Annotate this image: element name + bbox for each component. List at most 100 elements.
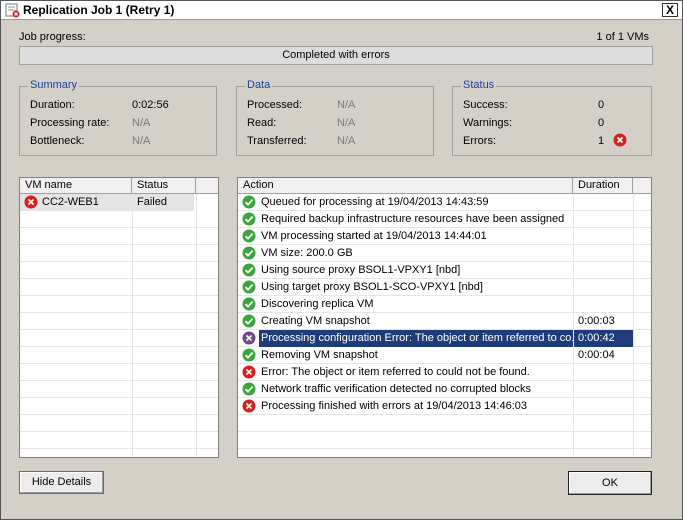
action-row[interactable]: Processing finished with errors at 19/04… — [238, 398, 651, 415]
success-icon — [242, 280, 256, 294]
success-icon — [242, 229, 256, 243]
job-progress-bar: Completed with errors — [19, 46, 653, 65]
success-icon — [242, 382, 256, 396]
bottleneck-label: Bottleneck: — [30, 135, 85, 147]
success-label: Success: — [463, 99, 508, 111]
errors-label: Errors: — [463, 135, 496, 147]
transferred-label: Transferred: — [247, 135, 307, 147]
success-value: 0 — [598, 99, 605, 111]
action-text-cell: Discovering replica VM — [261, 298, 374, 310]
close-icon: X — [665, 3, 674, 17]
vm-name-column-header[interactable]: VM name — [20, 178, 132, 194]
errors-value: 1 — [598, 135, 605, 147]
vm-table-empty-row[interactable] — [20, 228, 218, 245]
action-duration-cell — [574, 245, 633, 262]
vm-table-empty-row[interactable] — [20, 313, 218, 330]
action-row[interactable]: VM processing started at 19/04/2013 14:4… — [238, 228, 651, 245]
vm-table-empty-row[interactable] — [20, 381, 218, 398]
action-log-table[interactable]: Action Duration Queued for processing at… — [237, 177, 652, 458]
action-row[interactable]: Network traffic verification detected no… — [238, 381, 651, 398]
action-text-cell: Error: The object or item referred to co… — [261, 366, 530, 378]
action-row[interactable]: Error: The object or item referred to co… — [238, 364, 651, 381]
vm-table-empty-row[interactable] — [20, 398, 218, 415]
vm-table-empty-row[interactable] — [20, 211, 218, 228]
data-title: Data — [245, 79, 273, 91]
vm-count: 1 of 1 VMs — [596, 31, 649, 43]
success-icon — [242, 212, 256, 226]
action-empty-row[interactable] — [238, 415, 651, 432]
status-group: Status Success: 0 Warnings: 0 Errors: 1 — [452, 79, 652, 156]
action-text-cell: VM size: 200.0 GB — [261, 247, 353, 259]
action-text-cell: Required backup infrastructure resources… — [261, 213, 565, 225]
vm-table-header: VM name Status — [20, 178, 218, 194]
action-row[interactable]: Using source proxy BSOL1-VPXY1 [nbd] — [238, 262, 651, 279]
ok-button[interactable]: OK — [568, 471, 652, 495]
read-label: Read: — [247, 117, 277, 129]
action-duration-cell — [574, 262, 633, 279]
action-duration-cell: 0:00:04 — [578, 349, 615, 361]
action-row-selected[interactable]: Processing configuration Error: The obje… — [238, 330, 651, 347]
error-icon — [613, 133, 627, 147]
success-icon — [242, 246, 256, 260]
status-title: Status — [461, 79, 497, 91]
action-duration-cell — [574, 279, 633, 296]
vm-status-cell: Failed — [137, 196, 167, 208]
vm-table[interactable]: VM name Status CC2-WEB1 Failed — [19, 177, 219, 458]
action-row[interactable]: Queued for processing at 19/04/2013 14:4… — [238, 194, 651, 211]
data-group: Data Processed: N/A Read: N/A Transferre… — [236, 79, 434, 156]
close-button[interactable]: X — [662, 3, 678, 17]
success-icon — [242, 297, 256, 311]
success-icon — [242, 314, 256, 328]
vm-table-empty-row[interactable] — [20, 245, 218, 262]
action-duration-cell — [574, 194, 633, 211]
vm-table-empty-row[interactable] — [20, 279, 218, 296]
processed-label: Processed: — [247, 99, 303, 111]
bottleneck-value: N/A — [132, 135, 151, 147]
processing-rate-value: N/A — [132, 117, 151, 129]
vm-table-empty-row[interactable] — [20, 330, 218, 347]
action-table-header: Action Duration — [238, 178, 651, 194]
action-text-cell: Using source proxy BSOL1-VPXY1 [nbd] — [261, 264, 461, 276]
processed-value: N/A — [337, 99, 356, 111]
title-bar: Replication Job 1 (Retry 1) X — [1, 1, 682, 20]
duration-label: Duration: — [30, 99, 75, 111]
action-duration-cell — [574, 364, 633, 381]
transferred-value: N/A — [337, 135, 356, 147]
action-duration-cell: 0:00:03 — [578, 315, 615, 327]
vm-table-empty-row[interactable] — [20, 432, 218, 449]
action-duration-cell — [574, 296, 633, 313]
success-icon — [242, 263, 256, 277]
window-title: Replication Job 1 (Retry 1) — [23, 3, 175, 17]
summary-group: Summary Duration: 0:02:56 Processing rat… — [19, 79, 217, 156]
action-duration-cell — [574, 228, 633, 245]
action-row[interactable]: VM size: 200.0 GB — [238, 245, 651, 262]
action-row[interactable]: Using target proxy BSOL1-SCO-VPXY1 [nbd] — [238, 279, 651, 296]
vm-status-column-header[interactable]: Status — [132, 178, 196, 194]
success-icon — [242, 348, 256, 362]
action-text-cell: Network traffic verification detected no… — [261, 383, 532, 395]
progress-status-text: Completed with errors — [282, 49, 390, 61]
vm-table-empty-row[interactable] — [20, 415, 218, 432]
processing-rate-label: Processing rate: — [30, 117, 110, 129]
action-empty-row[interactable] — [238, 432, 651, 449]
vm-table-empty-row[interactable] — [20, 347, 218, 364]
action-row[interactable]: Removing VM snapshot 0:00:04 — [238, 347, 651, 364]
vm-table-empty-row[interactable] — [20, 262, 218, 279]
error-icon — [242, 399, 256, 413]
vm-name-cell: CC2-WEB1 — [42, 196, 99, 208]
read-value: N/A — [337, 117, 356, 129]
vm-table-empty-row[interactable] — [20, 296, 218, 313]
duration-column-header[interactable]: Duration — [573, 178, 633, 194]
action-text-cell: Processing finished with errors at 19/04… — [261, 400, 527, 412]
action-text-cell: Queued for processing at 19/04/2013 14:4… — [261, 196, 489, 208]
vm-table-row[interactable]: CC2-WEB1 Failed — [20, 194, 194, 211]
action-row[interactable]: Discovering replica VM — [238, 296, 651, 313]
action-text-cell: Using target proxy BSOL1-SCO-VPXY1 [nbd] — [261, 281, 483, 293]
job-progress-label: Job progress: — [19, 31, 86, 43]
action-column-header[interactable]: Action — [238, 178, 573, 194]
action-text-cell: VM processing started at 19/04/2013 14:4… — [261, 230, 487, 242]
action-row[interactable]: Creating VM snapshot 0:00:03 — [238, 313, 651, 330]
vm-table-empty-row[interactable] — [20, 364, 218, 381]
hide-details-button[interactable]: Hide Details — [19, 471, 104, 494]
action-row[interactable]: Required backup infrastructure resources… — [238, 211, 651, 228]
